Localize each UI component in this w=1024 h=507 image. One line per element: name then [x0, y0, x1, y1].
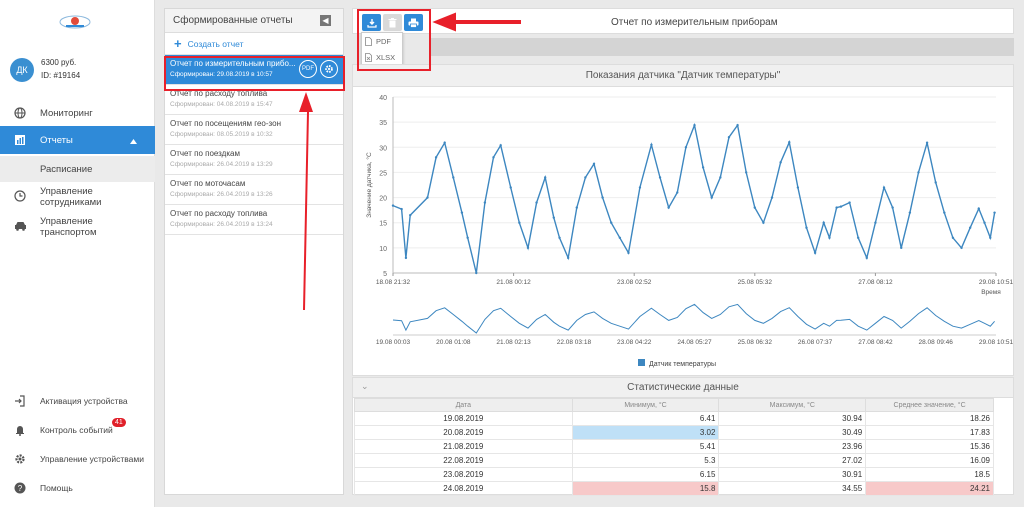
annotation-arrow-vertical: [299, 92, 313, 310]
annotation-arrow-horizontal: [432, 12, 521, 32]
annotation-arrows: [299, 12, 521, 310]
